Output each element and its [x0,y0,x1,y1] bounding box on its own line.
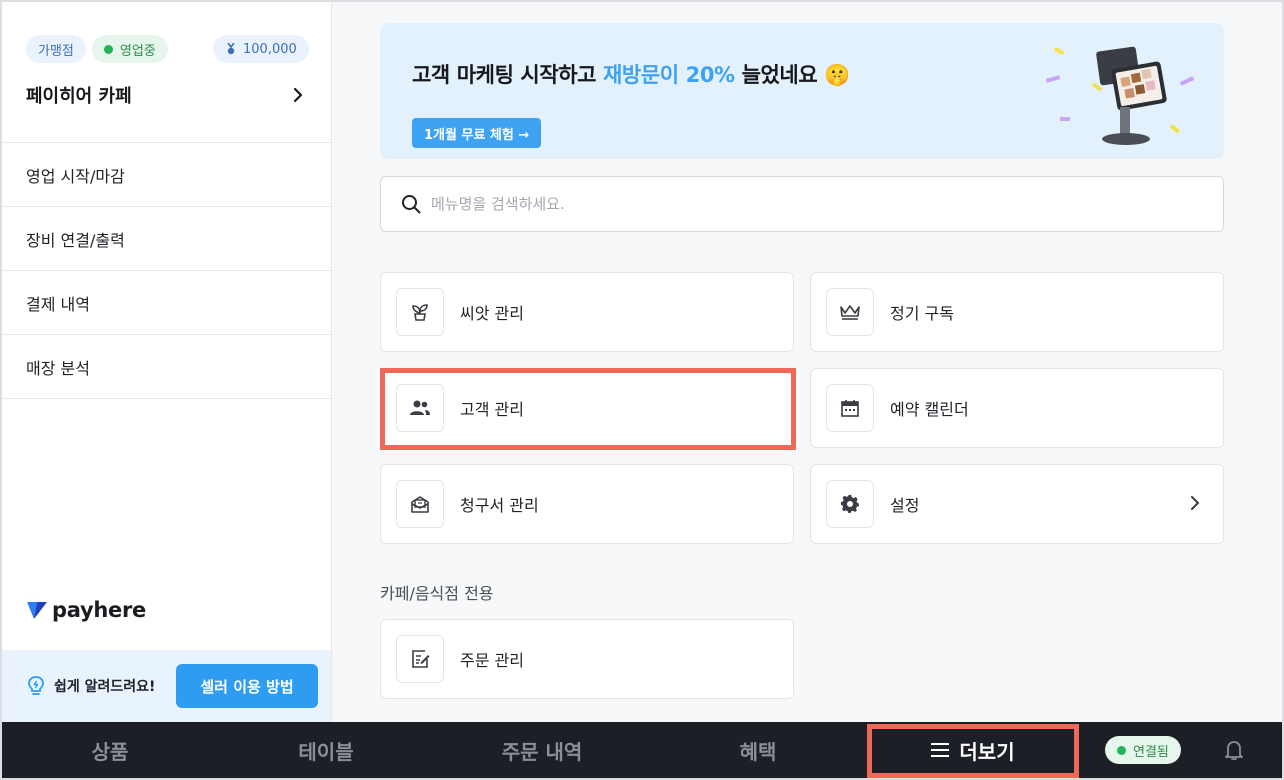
gear-icon-box [826,480,874,528]
medal-icon [227,43,235,55]
sidebar-item-label: 영업 시작/마감 [26,166,125,186]
lightbulb-icon [28,676,44,695]
franchise-badge: 가맹점 [26,35,86,63]
sprout-icon [412,304,428,321]
payhere-logo-icon [27,602,47,619]
card-label: 씨앗 관리 [460,304,524,323]
sidebar-menu: 영업 시작/마감 장비 연결/출력 결제 내역 매장 분석 [2,142,331,399]
nav-benefits[interactable]: 혜택 [650,722,866,778]
banner-title-highlight: 재방문이 20% [603,63,735,87]
points-value: 100,000 [243,41,297,57]
shush-emoji-icon: 🤫 [824,63,850,87]
bottom-nav: 상품 테이블 주문 내역 혜택 더보기 연결됨 [2,722,1282,778]
pos-device-illustration [1045,46,1195,145]
card-label: 주문 관리 [460,651,524,670]
section-title-cafe: 카페/음식점 전용 [380,584,494,603]
nav-label: 더보기 [959,739,1015,764]
banner-title: 고객 마케팅 시작하고 재방문이 20% 늘었네요 🤫 [412,59,850,89]
sidebar-item-label: 장비 연결/출력 [26,230,125,250]
search-input[interactable] [431,195,1191,213]
card-label: 예약 캘린더 [890,400,969,419]
chevron-right-icon [293,87,303,103]
nav-label: 상품 [91,739,129,764]
card-reservation-calendar[interactable]: 예약 캘린더 [810,368,1224,448]
help-text: 쉽게 알려드려요! [54,679,156,695]
card-label: 고객 관리 [460,400,524,419]
sprout-icon-box [396,288,444,336]
status-badge-label: 영업중 [119,43,156,59]
users-icon-box [396,384,444,432]
help-bar: 쉽게 알려드려요! 셀러 이용 방법 [2,650,331,722]
order-edit-icon-box [396,635,444,683]
card-customer-management[interactable]: 고객 관리 [380,368,794,448]
sidebar-item-label: 매장 분석 [26,358,90,378]
bell-icon[interactable] [1222,738,1246,762]
nav-order-history[interactable]: 주문 내역 [434,722,650,778]
store-name: 페이히어 카페 [26,86,132,107]
free-trial-button[interactable]: 1개월 무료 체험 → [412,118,542,148]
app-frame: 가맹점 영업중 100,000 페이히어 카페 영업 시작/마감 장비 연결/출… [2,2,1282,778]
card-invoice-management[interactable]: 청구서 관리 [380,464,794,544]
card-order-management[interactable]: 주문 관리 [380,619,794,699]
card-label: 설정 [890,496,920,515]
menu-search-box[interactable] [380,176,1224,232]
card-settings[interactable]: 설정 [810,464,1224,544]
nav-products[interactable]: 상품 [2,722,218,778]
points-badge[interactable]: 100,000 [213,35,309,63]
users-icon [410,400,430,415]
promo-banner[interactable]: 고객 마케팅 시작하고 재방문이 20% 늘었네요 🤫 1개월 무료 체험 → [380,23,1224,159]
nav-label: 주문 내역 [501,739,583,764]
connection-status-label: 연결됨 [1133,744,1169,760]
nav-tables[interactable]: 테이블 [218,722,434,778]
connection-status-badge: 연결됨 [1105,736,1181,764]
search-icon [402,195,421,214]
nav-label: 테이블 [298,739,354,764]
store-badges: 가맹점 영업중 [26,35,168,63]
sidebar-item-business-open-close[interactable]: 영업 시작/마감 [2,143,331,207]
invoice-icon [411,496,429,513]
card-label: 청구서 관리 [460,496,539,515]
card-label: 정기 구독 [890,304,954,323]
menu-hamburger-icon [931,743,950,757]
seller-guide-button[interactable]: 셀러 이용 방법 [176,664,318,708]
crown-icon [840,305,860,320]
order-edit-icon [412,650,430,668]
connection-dot-icon [1117,745,1126,755]
nav-more[interactable]: 더보기 [868,722,1078,778]
brand-name: payhere [52,598,146,622]
status-badge: 영업중 [91,35,168,63]
banner-title-suffix: 늘었네요 [734,63,825,87]
sidebar-item-payment-history[interactable]: 결제 내역 [2,271,331,335]
payhere-logo: payhere [26,598,146,622]
sidebar-item-label: 결제 내역 [26,294,90,314]
banner-title-prefix: 고객 마케팅 시작하고 [412,63,604,87]
sidebar: 가맹점 영업중 100,000 페이히어 카페 영업 시작/마감 장비 연결/출… [2,2,332,722]
nav-label: 혜택 [739,739,777,764]
card-seed-management[interactable]: 씨앗 관리 [380,272,794,352]
crown-icon-box [826,288,874,336]
card-subscription[interactable]: 정기 구독 [810,272,1224,352]
status-dot-icon [103,44,113,54]
sidebar-item-device-connection[interactable]: 장비 연결/출력 [2,207,331,271]
gear-icon [840,494,859,513]
calendar-icon [841,400,859,417]
invoice-icon-box [396,480,444,528]
chevron-right-icon [1191,496,1199,510]
calendar-icon-box [826,384,874,432]
sidebar-item-store-analytics[interactable]: 매장 분석 [2,335,331,399]
store-selector[interactable]: 페이히어 카페 [26,80,306,110]
